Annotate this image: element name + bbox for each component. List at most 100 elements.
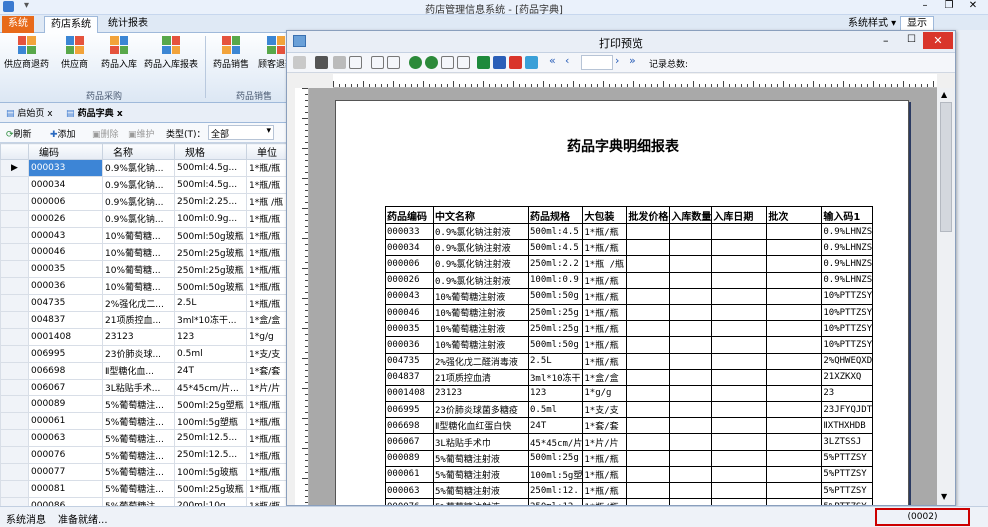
tab-pharmacy-system[interactable]: 药店系统 bbox=[44, 16, 98, 33]
grid-cell[interactable]: 1*片/片 bbox=[246, 378, 289, 397]
table-row[interactable]: 000026 0.9%氯化钠... 100ml:0.9g... 1*瓶/瓶 bbox=[0, 209, 289, 228]
grid-cell[interactable]: 000061 bbox=[28, 412, 103, 431]
table-row[interactable]: 004837 21项质控血... 3ml*10冻干... 1*盒/盒 bbox=[0, 311, 289, 329]
preview-maximize-icon[interactable]: ☐ bbox=[907, 34, 916, 45]
grid-cell[interactable]: 004837 bbox=[28, 311, 103, 329]
drug-stock-in-button[interactable]: 药品入库 bbox=[101, 36, 137, 70]
table-row[interactable]: 000063 5%葡萄糖注... 250ml:12.5... 1*瓶/瓶 bbox=[0, 429, 289, 448]
grid-cell[interactable]: 100ml:5g塑瓶 bbox=[174, 412, 247, 431]
table-row[interactable]: 000035 10%葡萄糖... 250ml:25g玻瓶 1*瓶/瓶 bbox=[0, 260, 289, 279]
grid-cell[interactable]: 2.5L bbox=[174, 294, 247, 313]
grid-cell[interactable]: 006995 bbox=[28, 344, 103, 363]
grid-cell[interactable]: 1*瓶 /瓶 bbox=[246, 192, 289, 211]
grid-cell[interactable]: 23价肺炎球... bbox=[102, 344, 175, 363]
grid-header-spec[interactable]: 规格 bbox=[174, 143, 247, 160]
preview-scrollbar[interactable]: ▲ ▼ bbox=[937, 88, 955, 505]
export-word-icon[interactable] bbox=[493, 56, 506, 69]
grid-cell[interactable]: 1*瓶/瓶 bbox=[246, 479, 289, 498]
grid-cell[interactable]: 000086 bbox=[28, 496, 103, 506]
display-button[interactable]: 显示 bbox=[900, 16, 934, 31]
grid-cell[interactable]: 5%葡萄糖注... bbox=[102, 412, 175, 431]
table-row[interactable]: 000081 5%葡萄糖注... 500ml:25g玻瓶 1*瓶/瓶 bbox=[0, 479, 289, 498]
close-icon[interactable]: ✕ bbox=[964, 0, 982, 11]
table-row[interactable]: 006995 23价肺炎球... 0.5ml 1*支/支 bbox=[0, 344, 289, 363]
table-row[interactable]: 006067 3L粘贴手术... 45*45cm/片... 1*片/片 bbox=[0, 378, 289, 397]
table-row[interactable]: 000077 5%葡萄糖注... 100ml:5g玻瓶 1*瓶/瓶 bbox=[0, 463, 289, 481]
grid-cell[interactable]: 006698 bbox=[28, 361, 103, 380]
grid-cell[interactable]: 100ml:0.9g... bbox=[174, 209, 247, 228]
maintain-button[interactable]: ▣维护 bbox=[128, 127, 155, 140]
grid-cell[interactable]: 5%葡萄糖注... bbox=[102, 395, 175, 414]
grid-cell[interactable]: 5%葡萄糖注... bbox=[102, 479, 175, 498]
grid-cell[interactable]: 000034 bbox=[28, 175, 103, 194]
grid-cell[interactable]: 500ml:25g塑瓶 bbox=[174, 395, 247, 414]
tab-drug-dictionary[interactable]: ▤ 药品字典 x bbox=[66, 106, 123, 119]
grid-cell[interactable]: 10%葡萄糖... bbox=[102, 243, 175, 262]
grid-cell[interactable]: 1*g/g bbox=[246, 327, 289, 346]
grid-cell[interactable]: 10%葡萄糖... bbox=[102, 277, 175, 296]
grid-cell[interactable]: 000043 bbox=[28, 226, 103, 245]
grid-cell[interactable]: 000076 bbox=[28, 446, 103, 465]
grid-cell[interactable]: 1*支/支 bbox=[246, 344, 289, 363]
grid-cell[interactable]: 10%葡萄糖... bbox=[102, 226, 175, 245]
grid-cell[interactable]: 500ml:50g玻瓶 bbox=[174, 226, 247, 245]
grid-cell[interactable]: 0.9%氯化钠... bbox=[102, 159, 175, 177]
table-row[interactable]: 000034 0.9%氯化钠... 500ml:4.5g... 1*瓶/瓶 bbox=[0, 175, 289, 194]
drug-sales-button[interactable]: 药品销售 bbox=[213, 36, 249, 70]
grid-cell[interactable]: 004735 bbox=[28, 294, 103, 313]
table-row[interactable]: 000006 0.9%氯化钠... 250ml:2.25... 1*瓶 /瓶 bbox=[0, 192, 289, 211]
grid-cell[interactable]: 000036 bbox=[28, 277, 103, 296]
grid-cell[interactable]: 250ml:12.5... bbox=[174, 446, 247, 465]
page-width-icon[interactable] bbox=[441, 56, 454, 69]
table-row[interactable]: 0000865%葡萄糖注...200ml:10g...1*瓶/瓶 bbox=[0, 496, 289, 506]
delete-button[interactable]: ▣删除 bbox=[92, 127, 119, 140]
grid-cell[interactable]: 5%葡萄糖注... bbox=[102, 446, 175, 465]
grid-cell[interactable]: 10%葡萄糖... bbox=[102, 260, 175, 279]
grid-cell[interactable]: 1*套/套 bbox=[246, 361, 289, 380]
scroll-up-icon[interactable]: ▲ bbox=[941, 90, 947, 99]
table-row[interactable]: 0001408 23123 123 1*g/g bbox=[0, 327, 289, 346]
grid-cell[interactable]: 5%葡萄糖注... bbox=[102, 496, 175, 506]
grid-cell[interactable]: 1*盒/盒 bbox=[246, 311, 289, 329]
table-row[interactable]: 004735 2%强化戊二... 2.5L 1*瓶/瓶 bbox=[0, 294, 289, 313]
grid-cell[interactable]: 000077 bbox=[28, 463, 103, 481]
print-icon[interactable] bbox=[315, 56, 328, 69]
grid-cell[interactable]: 000006 bbox=[28, 192, 103, 211]
grid-cell[interactable]: 000081 bbox=[28, 479, 103, 498]
grid-cell[interactable]: 5%葡萄糖注... bbox=[102, 429, 175, 448]
table-row[interactable]: ▶ 000033 0.9%氯化钠... 500ml:4.5g... 1*瓶/瓶 bbox=[0, 159, 289, 177]
grid-cell[interactable]: 0.9%氯化钠... bbox=[102, 192, 175, 211]
grid-cell[interactable]: 200ml:10g... bbox=[174, 496, 247, 506]
single-page-icon[interactable] bbox=[371, 56, 384, 69]
page-number-input[interactable] bbox=[581, 55, 613, 70]
grid-cell[interactable]: 500ml:4.5g... bbox=[174, 175, 247, 194]
grid-cell[interactable]: 1*瓶/瓶 bbox=[246, 209, 289, 228]
zoom-out-icon[interactable] bbox=[425, 56, 438, 69]
table-row[interactable]: 000061 5%葡萄糖注... 100ml:5g塑瓶 1*瓶/瓶 bbox=[0, 412, 289, 431]
grid-cell[interactable]: 1*瓶/瓶 bbox=[246, 159, 289, 177]
grid-cell[interactable]: 123 bbox=[174, 327, 247, 346]
multi-page-icon[interactable] bbox=[387, 56, 400, 69]
preview-close-icon[interactable]: ✕ bbox=[923, 32, 953, 49]
grid-cell[interactable]: 0.5ml bbox=[174, 344, 247, 363]
grid-cell[interactable]: 0.9%氯化钠... bbox=[102, 209, 175, 228]
first-page-icon[interactable]: « bbox=[549, 54, 562, 67]
whole-page-icon[interactable] bbox=[457, 56, 470, 69]
table-row[interactable]: 000046 10%葡萄糖... 250ml:25g玻瓶 1*瓶/瓶 bbox=[0, 243, 289, 262]
tab-start-page[interactable]: ▤ 启始页 x bbox=[6, 106, 53, 119]
table-row[interactable]: 000089 5%葡萄糖注... 500ml:25g塑瓶 1*瓶/瓶 bbox=[0, 395, 289, 414]
grid-cell[interactable]: 250ml:25g玻瓶 bbox=[174, 243, 247, 262]
grid-cell[interactable]: 1*瓶/瓶 bbox=[246, 226, 289, 245]
grid-cell[interactable]: 000046 bbox=[28, 243, 103, 262]
grid-cell[interactable]: 000026 bbox=[28, 209, 103, 228]
scroll-down-icon[interactable]: ▼ bbox=[941, 492, 947, 501]
grid-cell[interactable]: 24T bbox=[174, 361, 247, 380]
grid-cell[interactable]: 1*瓶/瓶 bbox=[246, 277, 289, 296]
grid-cell[interactable]: 1*瓶/瓶 bbox=[246, 496, 289, 506]
grid-cell[interactable]: 500ml:4.5g... bbox=[174, 159, 247, 177]
grid-cell[interactable]: 1*瓶/瓶 bbox=[246, 429, 289, 448]
grid-cell[interactable]: 100ml:5g玻瓶 bbox=[174, 463, 247, 481]
refresh-button[interactable]: ⟳刷新 bbox=[6, 127, 32, 140]
grid-cell[interactable]: 45*45cm/片... bbox=[174, 378, 247, 397]
grid-cell[interactable]: 3L粘贴手术... bbox=[102, 378, 175, 397]
